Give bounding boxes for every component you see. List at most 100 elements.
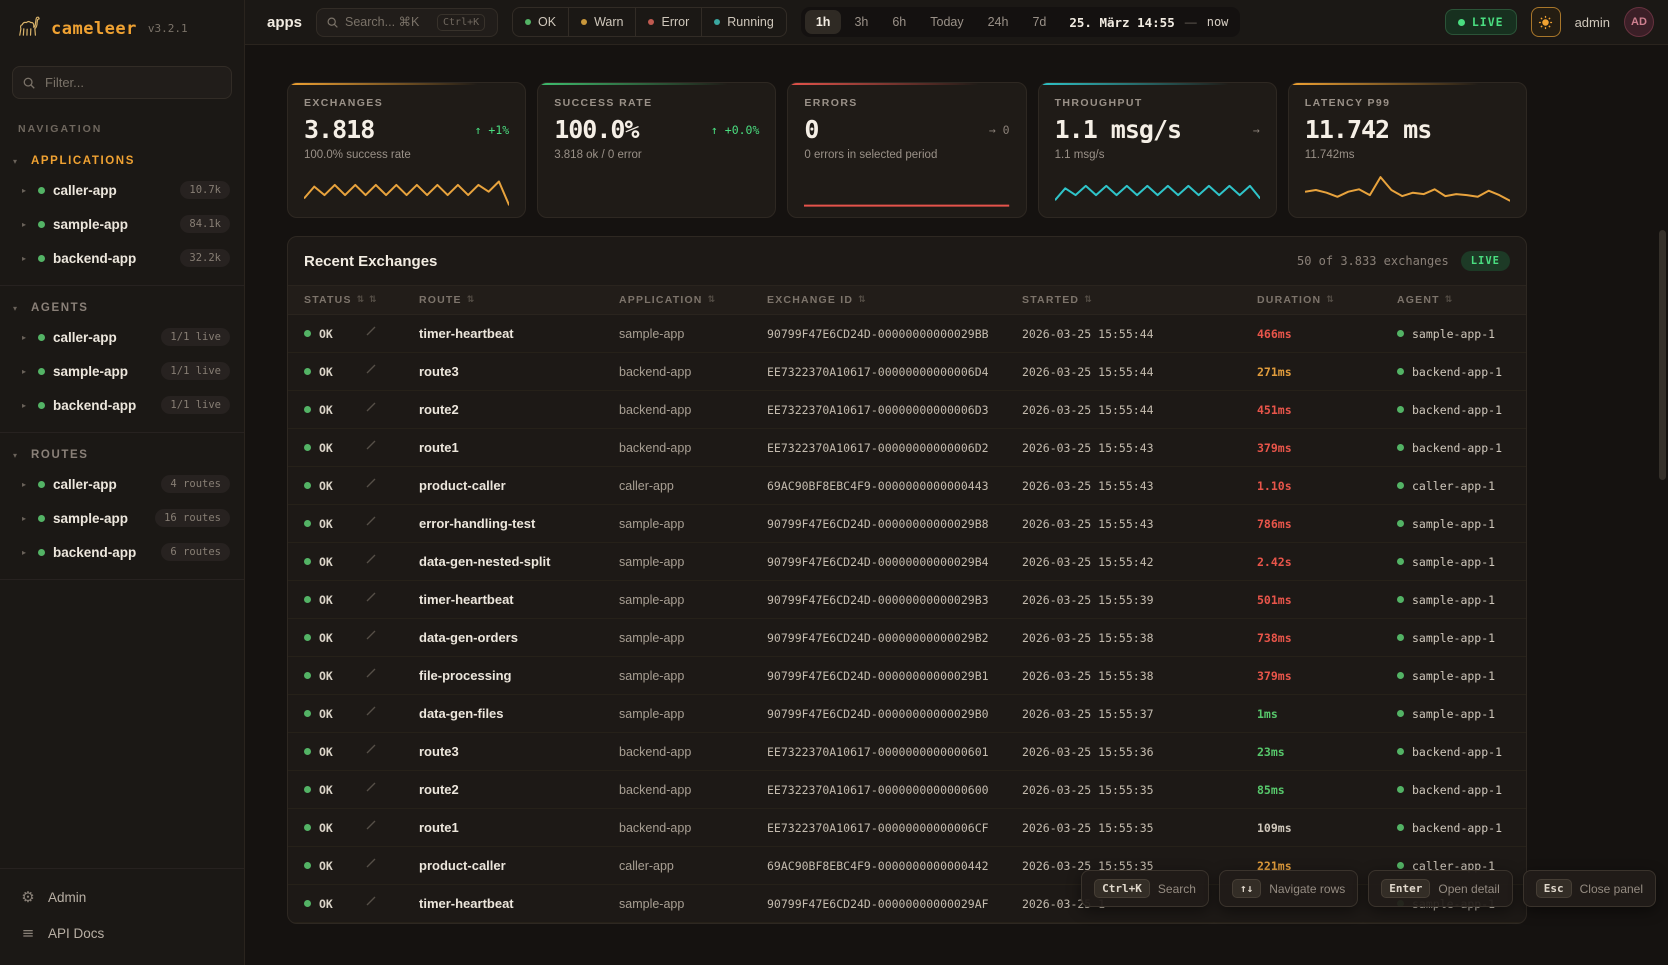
table-row[interactable]: OK timer-heartbeat sample-app 90799F47E6… <box>288 581 1526 619</box>
trend-cell <box>364 818 419 837</box>
stat-card-delta: ↑ +1% <box>475 123 510 137</box>
time-range-button[interactable]: 6h <box>881 10 917 34</box>
search-input[interactable] <box>345 15 437 29</box>
trend-icon <box>364 590 378 604</box>
stat-card[interactable]: EXCHANGES 3.818 ↑ +1% 100.0% success rat… <box>287 82 526 218</box>
trend-icon <box>364 742 378 756</box>
trend-icon <box>364 514 378 528</box>
scrollbar-thumb[interactable] <box>1659 230 1666 480</box>
status-label: OK <box>319 441 333 455</box>
hint-key: Esc <box>1536 879 1572 898</box>
routes-section-header[interactable]: ▾ ROUTES <box>0 441 244 467</box>
stat-card[interactable]: LATENCY P99 11.742 ms 11.742ms <box>1288 82 1527 218</box>
table-row[interactable]: OK route1 backend-app EE7322370A10617-00… <box>288 809 1526 847</box>
route-cell: route2 <box>419 402 619 417</box>
table-row[interactable]: OK data-gen-files sample-app 90799F47E6C… <box>288 695 1526 733</box>
table-row[interactable]: OK file-processing sample-app 90799F47E6… <box>288 657 1526 695</box>
started-cell: 2026-03-25 15:55:37 <box>1022 707 1257 721</box>
stat-card-title: SUCCESS RATE <box>554 97 759 109</box>
column-header[interactable]: DURATION ⇅ <box>1257 294 1397 306</box>
application-cell: sample-app <box>619 669 767 683</box>
topbar: apps Ctrl+K OK Warn Error Running <box>245 0 1668 45</box>
table-row[interactable]: OK product-caller caller-app 69AC90BF8EB… <box>288 467 1526 505</box>
sidebar-item-agent[interactable]: ▸ caller-app 1/1 live <box>0 320 244 354</box>
applications-section-header[interactable]: ▾ APPLICATIONS <box>0 147 244 173</box>
table-row[interactable]: OK data-gen-nested-split sample-app 9079… <box>288 543 1526 581</box>
brand[interactable]: cameleer v3.2.1 <box>0 0 244 56</box>
exchange-id-cell: 69AC90BF8EBC4F9-0000000000000442 <box>767 859 1022 873</box>
agent-status-dot <box>1397 558 1404 565</box>
status-filter[interactable]: OK <box>513 8 569 36</box>
theme-toggle-button[interactable] <box>1531 7 1561 37</box>
column-header[interactable]: APPLICATION ⇅ <box>619 294 767 306</box>
stat-card-subtitle: 0 errors in selected period <box>804 149 1009 161</box>
applications-section: ▾ APPLICATIONS ▸ caller-app 10.7k ▸ samp… <box>0 139 244 286</box>
table-row[interactable]: OK route2 backend-app EE7322370A10617-00… <box>288 771 1526 809</box>
hint-label: Search <box>1158 882 1196 896</box>
agents-section-header[interactable]: ▾ AGENTS <box>0 294 244 320</box>
table-row[interactable]: OK error-handling-test sample-app 90799F… <box>288 505 1526 543</box>
app-title: cameleer <box>51 19 137 39</box>
started-cell: 2026-03-25 15:55:43 <box>1022 479 1257 493</box>
column-header[interactable]: ROUTE ⇅ <box>419 294 619 306</box>
sidebar-item-route-group[interactable]: ▸ sample-app 16 routes <box>0 501 244 535</box>
table-row[interactable]: OK route1 backend-app EE7322370A10617-00… <box>288 429 1526 467</box>
status-cell: OK <box>304 859 364 873</box>
scrollbar[interactable] <box>1659 48 1666 963</box>
duration-cell: 109ms <box>1257 821 1397 835</box>
stat-card[interactable]: THROUGHPUT 1.1 msg/s → 1.1 msg/s <box>1038 82 1277 218</box>
sidebar-item-label: sample-app <box>53 217 172 232</box>
time-range-button[interactable]: 24h <box>977 10 1020 34</box>
global-search[interactable]: Ctrl+K <box>316 8 498 37</box>
status-dot <box>38 402 45 409</box>
table-row[interactable]: OK route3 backend-app EE7322370A10617-00… <box>288 353 1526 391</box>
column-header-label: DURATION <box>1257 294 1321 306</box>
status-filter[interactable]: Error <box>636 8 702 36</box>
sidebar-footer-item[interactable]: ≡ API Docs <box>0 915 244 951</box>
sidebar-item-route-group[interactable]: ▸ caller-app 4 routes <box>0 467 244 501</box>
stat-card-value: 3.818 <box>304 115 374 144</box>
column-header[interactable]: STATUS ⇅ <box>304 294 364 306</box>
column-header[interactable]: EXCHANGE ID ⇅ <box>767 294 1022 306</box>
status-filter[interactable]: Warn <box>569 8 636 36</box>
time-range-button[interactable]: 7d <box>1021 10 1057 34</box>
table-row[interactable]: OK data-gen-orders sample-app 90799F47E6… <box>288 619 1526 657</box>
started-cell: 2026-03-25 15:55:43 <box>1022 517 1257 531</box>
sidebar-item-agent[interactable]: ▸ sample-app 1/1 live <box>0 354 244 388</box>
sidebar-footer-item[interactable]: ⚙ Admin <box>0 879 244 915</box>
status-filter-label: Running <box>727 15 774 29</box>
application-cell: sample-app <box>619 555 767 569</box>
sidebar: cameleer v3.2.1 NAVIGATION ▾ APPLICATION… <box>0 0 245 965</box>
column-header[interactable]: STARTED ⇅ <box>1022 294 1257 306</box>
trend-cell <box>364 438 419 457</box>
sidebar-item-application[interactable]: ▸ caller-app 10.7k <box>0 173 244 207</box>
sidebar-item-application[interactable]: ▸ backend-app 32.2k <box>0 241 244 275</box>
time-range-button[interactable]: 3h <box>843 10 879 34</box>
table-row[interactable]: OK timer-heartbeat sample-app 90799F47E6… <box>288 315 1526 353</box>
sort-icon: ⇅ <box>708 295 717 305</box>
avatar[interactable]: AD <box>1624 7 1654 37</box>
chevron-down-icon: ▾ <box>13 451 23 460</box>
breadcrumb[interactable]: apps <box>267 14 302 31</box>
column-header[interactable]: AGENT ⇅ <box>1397 294 1510 306</box>
live-toggle[interactable]: LIVE <box>1445 9 1517 35</box>
table-row[interactable]: OK route2 backend-app EE7322370A10617-00… <box>288 391 1526 429</box>
column-header[interactable]: ⇅ <box>364 295 419 305</box>
route-cell: route3 <box>419 744 619 759</box>
sidebar-item-agent[interactable]: ▸ backend-app 1/1 live <box>0 388 244 422</box>
sidebar-filter-input[interactable] <box>12 66 232 99</box>
stat-card[interactable]: ERRORS 0 → 0 0 errors in selected period <box>787 82 1026 218</box>
time-range-button[interactable]: Today <box>919 10 974 34</box>
time-range-button[interactable]: 1h <box>805 10 842 34</box>
stat-card-value: 11.742 ms <box>1305 115 1431 144</box>
sidebar-item-route-group[interactable]: ▸ backend-app 6 routes <box>0 535 244 569</box>
trend-icon <box>364 704 378 718</box>
status-label: OK <box>319 631 333 645</box>
stat-card[interactable]: SUCCESS RATE 100.0% ↑ +0.0% 3.818 ok / 0… <box>537 82 776 218</box>
sidebar-item-application[interactable]: ▸ sample-app 84.1k <box>0 207 244 241</box>
stat-card-value: 0 <box>804 115 818 144</box>
table-row[interactable]: OK route3 backend-app EE7322370A10617-00… <box>288 733 1526 771</box>
trend-cell <box>364 742 419 761</box>
status-filter[interactable]: Running <box>702 8 786 36</box>
application-cell: backend-app <box>619 745 767 759</box>
